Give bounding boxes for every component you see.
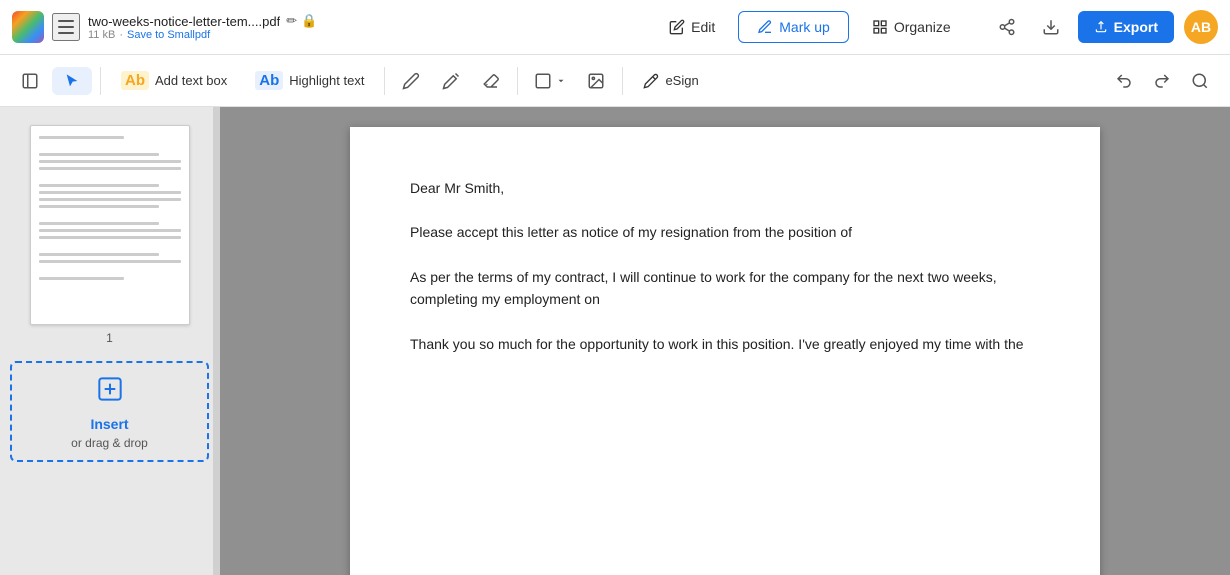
hamburger-button[interactable] (52, 13, 80, 41)
file-name: two-weeks-notice-letter-tem....pdf (88, 14, 280, 29)
tab-markup[interactable]: Mark up (738, 11, 849, 43)
avatar: AB (1184, 10, 1218, 44)
pencil-icon (442, 72, 460, 90)
sidebar: 1 Insert or drag & drop (0, 107, 220, 575)
export-button[interactable]: Export (1078, 11, 1174, 43)
export-icon (1094, 20, 1108, 34)
main-content: 1 Insert or drag & drop Dear Mr Smith, P… (0, 107, 1230, 575)
toggle-sidebar-button[interactable] (12, 63, 48, 99)
insert-page-section[interactable]: Insert or drag & drop (10, 361, 209, 462)
file-info: two-weeks-notice-letter-tem....pdf ✏ 🔒 1… (88, 13, 317, 41)
image-tool-button[interactable] (578, 63, 614, 99)
file-icons: ✏ 🔒 (286, 13, 317, 29)
insert-label: Insert (90, 416, 128, 432)
edit-tab-icon (669, 19, 685, 35)
share-icon (998, 18, 1016, 36)
page-thumb-container: 1 (0, 117, 219, 353)
toolbar-separator-4 (622, 67, 623, 95)
pdf-page: Dear Mr Smith, Please accept this letter… (350, 127, 1100, 575)
search-button[interactable] (1182, 63, 1218, 99)
highlight-icon: Ab (255, 71, 283, 90)
file-size: 11 kB (88, 29, 115, 41)
shape-tool-button[interactable] (526, 63, 574, 99)
scroll-track[interactable] (213, 107, 219, 575)
undo-redo-group (1106, 63, 1218, 99)
file-meta-sep: · (119, 29, 123, 41)
pencil-tool-button[interactable] (433, 63, 469, 99)
add-text-box-button[interactable]: Ab Add text box (109, 65, 239, 96)
select-tool-button[interactable] (52, 67, 92, 95)
image-icon (587, 72, 605, 90)
pdf-line-3: As per the terms of my contract, I will … (410, 266, 1040, 311)
tab-organize-label: Organize (894, 19, 951, 35)
select-icon (64, 73, 80, 89)
edit-icon: ✏ (286, 13, 297, 29)
tab-markup-label: Mark up (779, 19, 830, 35)
add-text-box-label: Add text box (155, 73, 227, 88)
insert-sublabel: or drag & drop (71, 436, 148, 450)
tool-bar: Ab Add text box Ab Highlight text eSign (0, 55, 1230, 107)
tab-edit-label: Edit (691, 19, 715, 35)
search-icon (1191, 72, 1209, 90)
pdf-viewer[interactable]: Dear Mr Smith, Please accept this letter… (220, 107, 1230, 575)
undo-button[interactable] (1106, 63, 1142, 99)
pen-icon (402, 72, 420, 90)
toolbar-separator-2 (384, 67, 385, 95)
esign-tool-button[interactable]: eSign (631, 67, 710, 95)
markup-tab-icon (757, 19, 773, 35)
top-bar: two-weeks-notice-letter-tem....pdf ✏ 🔒 1… (0, 0, 1230, 55)
pdf-line-1: Dear Mr Smith, (410, 177, 1040, 199)
shape-icon (534, 72, 552, 90)
toolbar-separator-1 (100, 67, 101, 95)
highlight-text-button[interactable]: Ab Highlight text (243, 65, 376, 96)
esign-label: eSign (665, 73, 698, 88)
pen-tool-button[interactable] (393, 63, 429, 99)
export-label: Export (1114, 19, 1158, 35)
pdf-line-4: Thank you so much for the opportunity to… (410, 333, 1040, 355)
tab-organize[interactable]: Organize (853, 11, 970, 43)
text-box-icon: Ab (121, 71, 149, 90)
lock-icon: 🔒 (301, 13, 317, 29)
esign-icon (643, 73, 659, 89)
pdf-line-2: Please accept this letter as notice of m… (410, 221, 1040, 243)
file-meta: 11 kB · Save to Smallpdf (88, 29, 317, 41)
redo-icon (1153, 72, 1171, 90)
tab-edit[interactable]: Edit (650, 11, 734, 43)
eraser-tool-button[interactable] (473, 63, 509, 99)
organize-tab-icon (872, 19, 888, 35)
undo-icon (1115, 72, 1133, 90)
download-icon (1042, 18, 1060, 36)
redo-button[interactable] (1144, 63, 1180, 99)
toolbar-separator-3 (517, 67, 518, 95)
eraser-icon (482, 72, 500, 90)
save-link[interactable]: Save to Smallpdf (127, 29, 210, 41)
app-logo (12, 11, 44, 43)
share-button[interactable] (990, 10, 1024, 44)
highlight-text-label: Highlight text (289, 73, 364, 88)
page-thumbnail-1[interactable] (30, 125, 190, 325)
insert-icon (94, 373, 126, 412)
download-button[interactable] (1034, 10, 1068, 44)
page-number: 1 (106, 331, 113, 345)
shape-dropdown-icon (556, 76, 566, 86)
file-name-row: two-weeks-notice-letter-tem....pdf ✏ 🔒 (88, 13, 317, 29)
toolbar-tabs: Edit Mark up Organize (650, 11, 970, 43)
right-actions: Export AB (990, 10, 1218, 44)
sidebar-toggle-icon (21, 72, 39, 90)
